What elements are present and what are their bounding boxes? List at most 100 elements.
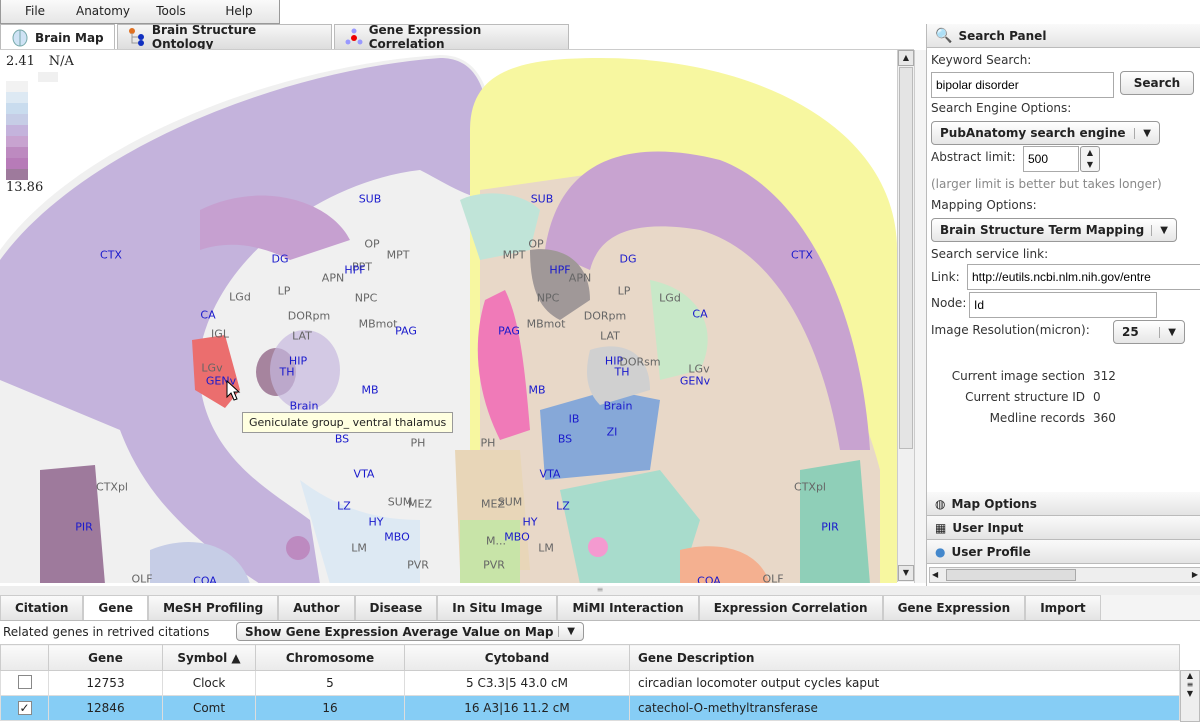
structure-label[interactable]: MPT	[387, 249, 410, 262]
search-button[interactable]: Search	[1120, 71, 1194, 95]
structure-label[interactable]: DORpm	[288, 310, 330, 323]
structure-label[interactable]: OLF	[762, 573, 783, 584]
structure-label[interactable]: SUB	[531, 193, 554, 206]
menu-file[interactable]: File	[1, 0, 69, 23]
structure-label[interactable]: NPC	[537, 292, 560, 305]
structure-label[interactable]: PVR	[407, 559, 429, 572]
structure-label[interactable]: CTXpl	[794, 481, 826, 494]
scroll-up-button[interactable]: ▲	[898, 50, 914, 66]
structure-label[interactable]: MBO	[384, 531, 410, 544]
structure-label[interactable]: DG	[620, 253, 637, 266]
splitter-vertical[interactable]	[914, 50, 926, 583]
scroll-down-button[interactable]: ▼	[898, 565, 914, 581]
structure-label[interactable]: HPF	[549, 264, 570, 277]
tab-disease[interactable]: Disease	[354, 595, 438, 620]
structure-label[interactable]: CA	[200, 309, 215, 322]
structure-label[interactable]: LAT	[292, 330, 312, 343]
structure-label[interactable]: M...	[486, 535, 506, 548]
table-row[interactable]: ✓ 12846 Comt 16 16 A3|16 11.2 cM catechol-O-m…	[0, 695, 1180, 721]
row-checkbox[interactable]	[17, 674, 32, 689]
search-panel-header[interactable]: 🔍 Search Panel	[927, 24, 1200, 48]
tab-brain-map[interactable]: Brain Map	[0, 24, 115, 50]
structure-label[interactable]: OLF	[131, 573, 152, 584]
tab-author[interactable]: Author	[278, 595, 355, 620]
menu-tools[interactable]: Tools	[137, 0, 205, 23]
structure-label[interactable]: HY	[369, 516, 384, 529]
column-header[interactable]: Cytoband	[404, 644, 630, 671]
splitter-horizontal[interactable]: ≡	[0, 586, 1200, 595]
structure-label[interactable]: PAG	[498, 325, 520, 338]
column-header[interactable]: Gene	[48, 644, 163, 671]
tab-brain-structure-ontology[interactable]: Brain Structure Ontology	[117, 23, 332, 51]
structure-label[interactable]: TH	[280, 366, 295, 379]
structure-label[interactable]: LGd	[659, 292, 681, 305]
structure-label[interactable]: COA	[697, 575, 721, 584]
scroll-thumb[interactable]	[946, 569, 1076, 581]
column-header[interactable]: Symbol ▲	[162, 644, 256, 671]
abstract-limit-stepper[interactable]: ▲ ▼	[1080, 146, 1100, 172]
structure-label[interactable]: MBO	[504, 531, 530, 544]
accordion-user-profile[interactable]: ● User Profile	[927, 540, 1200, 564]
structure-label[interactable]: TH	[615, 366, 630, 379]
structure-label[interactable]: LAT	[600, 330, 620, 343]
structure-label[interactable]: VTA	[540, 468, 561, 481]
structure-label[interactable]: CTX	[791, 249, 813, 262]
tab-gene[interactable]: Gene	[83, 595, 149, 620]
structure-label[interactable]: MEZ	[481, 498, 505, 511]
panel-horizontal-scrollbar[interactable]: ◀ ▶	[929, 567, 1200, 583]
structure-label[interactable]: LM	[538, 542, 554, 555]
structure-label[interactable]: COA	[193, 575, 217, 584]
structure-label[interactable]: APN	[569, 272, 591, 285]
structure-label[interactable]: Brain	[290, 400, 319, 413]
structure-label[interactable]: NPC	[355, 292, 378, 305]
column-header[interactable]: Chromosome	[255, 644, 405, 671]
show-expression-dropdown[interactable]: Show Gene Expression Average Value on Ma…	[236, 622, 584, 641]
tab-mesh-profiling[interactable]: MeSH Profiling	[148, 595, 279, 620]
column-header[interactable]	[0, 644, 49, 671]
accordion-map-options[interactable]: ◍ Map Options	[927, 492, 1200, 516]
tab-expression-correlation[interactable]: Expression Correlation	[698, 595, 883, 620]
structure-label[interactable]: CTXpl	[96, 481, 128, 494]
structure-label[interactable]: LGd	[229, 291, 251, 304]
structure-label[interactable]: IB	[569, 413, 580, 426]
tab-import[interactable]: Import	[1025, 595, 1101, 620]
tab-gene-expression[interactable]: Gene Expression	[882, 595, 1026, 620]
structure-label[interactable]: LGv	[201, 362, 222, 375]
structure-label[interactable]: LP	[618, 285, 631, 298]
structure-label[interactable]: PH	[411, 437, 426, 450]
structure-label[interactable]: SUB	[359, 193, 382, 206]
structure-label[interactable]: APN	[322, 272, 344, 285]
structure-label[interactable]: MBmot	[359, 318, 398, 331]
structure-label[interactable]: VTA	[354, 468, 375, 481]
accordion-user-input[interactable]: ▦ User Input	[927, 516, 1200, 540]
abstract-limit-input[interactable]	[1023, 146, 1079, 172]
structure-label[interactable]: DORpm	[584, 310, 626, 323]
menu-help[interactable]: Help	[205, 0, 273, 23]
tab-mimi-interaction[interactable]: MiMI Interaction	[557, 595, 699, 620]
structure-label[interactable]: ZI	[607, 426, 618, 439]
table-row[interactable]: 12753 Clock 5 5 C3.3|5 43.0 cM circadian loc…	[0, 670, 1180, 696]
structure-label[interactable]: MEZ	[408, 498, 432, 511]
structure-label[interactable]: HY	[523, 516, 538, 529]
menu-anatomy[interactable]: Anatomy	[69, 0, 137, 23]
structure-label[interactable]: IGL	[211, 328, 229, 341]
structure-label[interactable]: PVR	[483, 559, 505, 572]
tab-citation[interactable]: Citation	[0, 595, 84, 620]
structure-label[interactable]: PH	[481, 437, 496, 450]
structure-label[interactable]: PIR	[75, 521, 93, 534]
structure-label[interactable]: LM	[351, 542, 367, 555]
structure-label[interactable]: MB	[361, 384, 378, 397]
engine-dropdown[interactable]: PubAnatomy search engine ▼	[931, 121, 1160, 145]
structure-label[interactable]: Brain	[604, 400, 633, 413]
checkbox-cell[interactable]	[0, 670, 49, 696]
structure-label[interactable]: CA	[692, 308, 707, 321]
structure-label[interactable]: BS	[335, 433, 349, 446]
link-input[interactable]	[967, 264, 1200, 290]
brain-map-canvas[interactable]: 2.41 N/A 13.86 SUB OP MPT PPT DG HPF APN CTX LGd…	[0, 49, 914, 583]
map-vertical-scrollbar[interactable]: ▲ ▼	[897, 50, 914, 582]
structure-label[interactable]: LZ	[337, 500, 351, 513]
scroll-thumb[interactable]	[899, 67, 913, 449]
node-input[interactable]	[969, 292, 1157, 318]
resolution-dropdown[interactable]: 25 ▼	[1113, 320, 1185, 344]
mapping-dropdown[interactable]: Brain Structure Term Mapping ▼	[931, 218, 1177, 242]
